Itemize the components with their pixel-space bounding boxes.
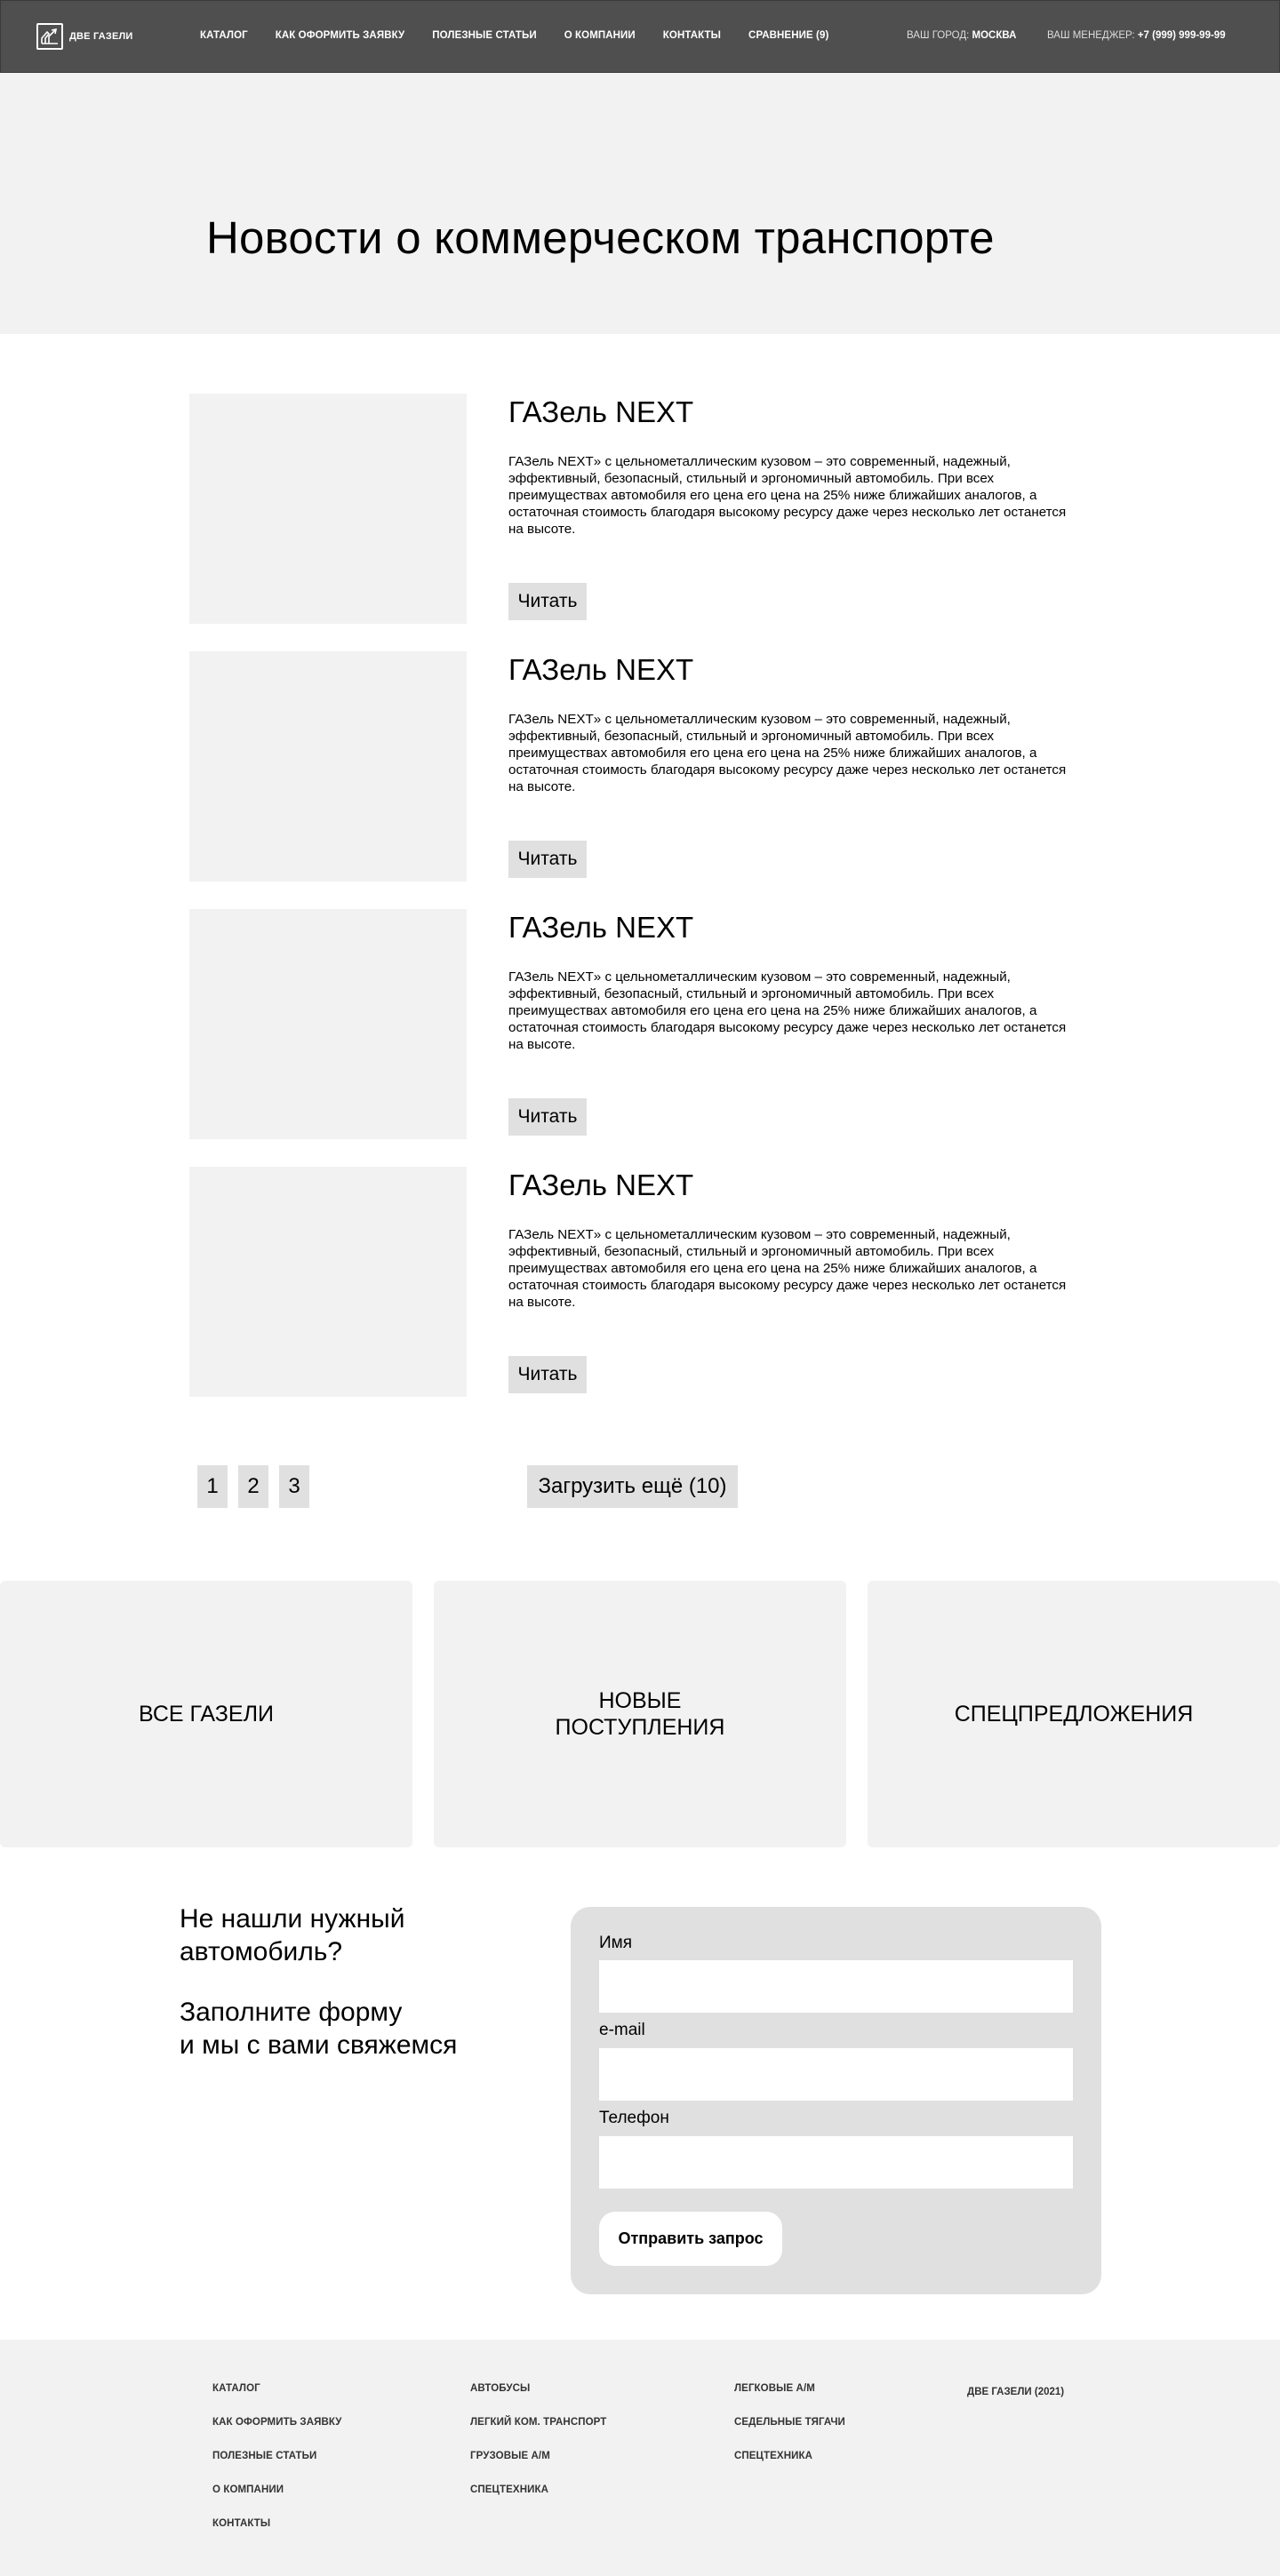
news-image[interactable] — [189, 394, 467, 624]
news-image[interactable] — [189, 651, 467, 881]
footer-link-special-equipment[interactable]: СПЕЦТЕХНИКА — [734, 2451, 845, 2484]
phone-label: Телефон — [599, 2109, 669, 2127]
news-text: ГАЗель NEXT» с цельнометаллическим кузов… — [508, 454, 1067, 537]
nav-articles[interactable]: ПОЛЕЗНЫЕ СТАТЬИ — [432, 30, 536, 41]
contact-heading: Не нашли нужный автомобиль? — [180, 1904, 405, 1966]
news-text: ГАЗель NEXT» с цельнометаллическим кузов… — [508, 712, 1067, 794]
city-label: ВАШ ГОРОД: — [907, 30, 972, 41]
name-field[interactable] — [599, 1960, 1073, 2013]
page-button-2[interactable]: 2 — [238, 1465, 268, 1508]
name-label: Имя — [599, 1934, 633, 1952]
site-footer: КАТАЛОГ КАК ОФОРМИТЬ ЗАЯВКУ ПОЛЕЗНЫЕ СТА… — [0, 2340, 1280, 2576]
footer-copyright: ДВЕ ГАЗЕЛИ (2021) — [967, 2387, 1065, 2397]
footer-column-categories: АВТОБУСЫ ЛЕГКИЙ КОМ. ТРАНСПОРТ ГРУЗОВЫЕ … — [470, 2383, 606, 2518]
news-text: ГАЗель NEXT» с цельнометаллическим кузов… — [508, 1227, 1067, 1310]
footer-link-catalog[interactable]: КАТАЛОГ — [212, 2383, 342, 2417]
news-title[interactable]: ГАЗель NEXT — [508, 395, 693, 429]
footer-link-trucks[interactable]: ГРУЗОВЫЕ А/М — [470, 2451, 606, 2484]
contact-subheading: Заполните форму и мы с вами свяжемся — [180, 1998, 458, 2060]
footer-link-light-commercial[interactable]: ЛЕГКИЙ КОМ. ТРАНСПОРТ — [470, 2417, 606, 2451]
manager-contact[interactable]: ВАШ МЕНЕДЖЕР: +7 (999) 999-99-99 — [1047, 30, 1226, 41]
logo-text: ДВЕ ГАЗЕЛИ — [69, 31, 133, 42]
category-card-special-offers[interactable]: СПЕЦПРЕДЛОЖЕНИЯ — [868, 1581, 1280, 1847]
read-button[interactable]: Читать — [508, 1098, 587, 1136]
city-selector[interactable]: ВАШ ГОРОД: МОСКВА — [907, 30, 1016, 41]
news-item: ГАЗель NEXT ГАЗель NEXT» с цельнометалли… — [189, 1167, 1096, 1398]
footer-column-site: КАТАЛОГ КАК ОФОРМИТЬ ЗАЯВКУ ПОЛЕЗНЫЕ СТА… — [212, 2383, 342, 2552]
news-item: ГАЗель NEXT ГАЗель NEXT» с цельнометалли… — [189, 909, 1096, 1140]
manager-phone: +7 (999) 999-99-99 — [1137, 30, 1226, 41]
main-nav: КАТАЛОГ КАК ОФОРМИТЬ ЗАЯВКУ ПОЛЕЗНЫЕ СТА… — [200, 30, 856, 41]
category-card-new-arrivals[interactable]: НОВЫЕ ПОСТУПЛЕНИЯ — [434, 1581, 846, 1847]
phone-field[interactable] — [599, 2136, 1073, 2189]
page-button-1[interactable]: 1 — [197, 1465, 228, 1508]
site-logo[interactable]: ДВЕ ГАЗЕЛИ — [36, 23, 133, 50]
footer-link-articles[interactable]: ПОЛЕЗНЫЕ СТАТЬИ — [212, 2451, 342, 2484]
manager-label: ВАШ МЕНЕДЖЕР: — [1047, 30, 1138, 41]
nav-compare[interactable]: СРАВНЕНИЕ (9) — [748, 30, 828, 41]
footer-link-how-to-order[interactable]: КАК ОФОРМИТЬ ЗАЯВКУ — [212, 2417, 342, 2451]
email-label: e-mail — [599, 2021, 645, 2039]
news-item: ГАЗель NEXT ГАЗель NEXT» с цельнометалли… — [189, 394, 1096, 625]
read-button[interactable]: Читать — [508, 1356, 587, 1393]
news-image[interactable] — [189, 1167, 467, 1397]
pagination: 1 2 3 — [197, 1465, 309, 1508]
nav-contacts[interactable]: КОНТАКТЫ — [663, 30, 721, 41]
contact-form: Имя e-mail Телефон Отправить запрос — [571, 1907, 1101, 2294]
nav-how-to-order[interactable]: КАК ОФОРМИТЬ ЗАЯВКУ — [276, 30, 405, 41]
category-card-all-gazelles[interactable]: ВСЕ ГАЗЕЛИ — [0, 1581, 412, 1847]
news-title[interactable]: ГАЗель NEXT — [508, 653, 693, 687]
footer-link-contacts[interactable]: КОНТАКТЫ — [212, 2518, 342, 2552]
news-text: ГАЗель NEXT» с цельнометаллическим кузов… — [508, 969, 1067, 1052]
page-title: Новости о коммерческом транспорте — [206, 212, 995, 263]
footer-link-buses[interactable]: АВТОБУСЫ — [470, 2383, 606, 2417]
footer-link-about[interactable]: О КОМПАНИИ — [212, 2484, 342, 2518]
news-title[interactable]: ГАЗель NEXT — [508, 911, 693, 945]
footer-column-more: ЛЕГКОВЫЕ А/М СЕДЕЛЬНЫЕ ТЯГАЧИ СПЕЦТЕХНИК… — [734, 2383, 845, 2484]
news-item: ГАЗель NEXT ГАЗель NEXT» с цельнометалли… — [189, 651, 1096, 882]
city-value: МОСКВА — [972, 30, 1017, 41]
news-title[interactable]: ГАЗель NEXT — [508, 1168, 693, 1202]
footer-copyright-column: ДВЕ ГАЗЕЛИ (2021) — [967, 2383, 1064, 2399]
site-header: ДВЕ ГАЗЕЛИ КАТАЛОГ КАК ОФОРМИТЬ ЗАЯВКУ П… — [0, 0, 1280, 73]
read-button[interactable]: Читать — [508, 583, 587, 620]
news-image[interactable] — [189, 909, 467, 1139]
truck-logo-icon — [36, 23, 63, 50]
nav-about[interactable]: О КОМПАНИИ — [564, 30, 636, 41]
page-button-3[interactable]: 3 — [279, 1465, 309, 1508]
nav-catalog[interactable]: КАТАЛОГ — [200, 30, 248, 41]
footer-link-passenger-cars[interactable]: ЛЕГКОВЫЕ А/М — [734, 2383, 845, 2417]
read-button[interactable]: Читать — [508, 841, 587, 878]
email-field[interactable] — [599, 2048, 1073, 2101]
footer-link-special-vehicles[interactable]: СПЕЦТЕХНИКА — [470, 2484, 606, 2518]
submit-request-button[interactable]: Отправить запрос — [599, 2212, 782, 2266]
footer-link-tractors[interactable]: СЕДЕЛЬНЫЕ ТЯГАЧИ — [734, 2417, 845, 2451]
hero-banner: Новости о коммерческом транспорте — [0, 73, 1280, 334]
load-more-button[interactable]: Загрузить ещё (10) — [527, 1465, 738, 1508]
